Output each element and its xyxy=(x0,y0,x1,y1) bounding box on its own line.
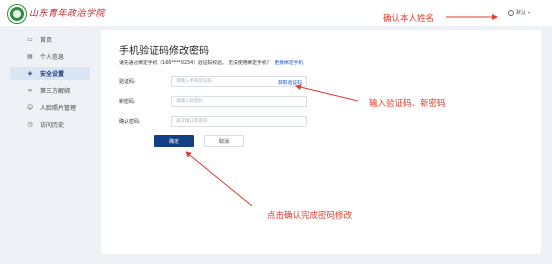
sidebar-item-history[interactable]: ◷ 访问历史 xyxy=(10,118,90,131)
history-icon: ◷ xyxy=(27,121,33,128)
phone-hint: 请先通过绑定手机（166****0234）验证码校验。 无法使用绑定手机？ 更换绑… xyxy=(119,59,303,66)
user-name: 默认 xyxy=(516,10,527,16)
send-code-button[interactable]: 获取验证码 xyxy=(278,79,302,86)
id-card-icon: ▤ xyxy=(27,53,33,60)
sidebar-item-label: 安全设置 xyxy=(40,71,65,78)
shield-icon: ◈ xyxy=(27,70,33,77)
chevron-down-icon: ▾ xyxy=(528,10,531,15)
top-bar: 山东青年政治学院 默认 ▾ xyxy=(0,0,552,26)
hint-text: 请先通过绑定手机（166****0234）验证码校验。 无法使用绑定手机？ xyxy=(119,61,272,66)
code-placeholder: 请输入手机验证码 xyxy=(176,79,212,84)
sidebar-item-security[interactable]: ◈ 安全设置 xyxy=(10,67,90,80)
sidebar-item-label: 个人信息 xyxy=(40,54,65,61)
confirm-password-label: 确认密码: xyxy=(119,118,141,125)
sidebar-item-label: 人脸照片管理 xyxy=(40,105,77,112)
code-input[interactable]: 请输入手机验证码 获取验证码 xyxy=(171,75,307,87)
sidebar: ▭ 首页 ▤ 个人信息 ◈ 安全设置 ∞ 第三方解绑 ☺ 人脸照片管理 ◷ 访问… xyxy=(0,26,94,264)
confirm-password-placeholder: 再次确认新密码 xyxy=(176,119,208,124)
page-title: 手机验证码修改密码 xyxy=(119,46,209,57)
university-name: 山东青年政治学院 xyxy=(29,9,106,19)
code-label: 验证码: xyxy=(119,78,136,85)
confirm-button[interactable]: 确定 xyxy=(154,135,194,147)
confirm-password-input[interactable]: 再次确认新密码 xyxy=(171,115,307,127)
sidebar-item-label: 第三方解绑 xyxy=(40,88,71,95)
sidebar-item-label: 首页 xyxy=(40,37,53,44)
new-password-input[interactable]: 请输入新密码 xyxy=(171,95,307,107)
change-phone-link[interactable]: 更换绑定手机 xyxy=(274,61,303,66)
cancel-button[interactable]: 取消 xyxy=(204,135,244,147)
annotation-input-code: 输入验证码、新密码 xyxy=(369,99,446,109)
user-icon xyxy=(508,9,514,16)
person-icon: ☺ xyxy=(26,104,34,111)
sidebar-item-face[interactable]: ☺ 人脸照片管理 xyxy=(10,101,90,114)
sidebar-item-profile[interactable]: ▤ 个人信息 xyxy=(10,50,90,63)
annotation-click-confirm: 点击确认完成密码修改 xyxy=(267,211,353,221)
university-logo xyxy=(8,5,26,23)
sidebar-item-home[interactable]: ▭ 首页 xyxy=(10,33,90,46)
monitor-icon: ▭ xyxy=(27,36,33,43)
new-password-label: 新密码: xyxy=(119,98,136,105)
link-icon: ∞ xyxy=(27,87,33,94)
new-password-row: 新密码: 请输入新密码 xyxy=(119,95,307,107)
new-password-placeholder: 请输入新密码 xyxy=(176,99,203,104)
confirm-password-row: 确认密码: 再次确认新密码 xyxy=(119,115,307,127)
sidebar-item-label: 访问历史 xyxy=(40,122,65,129)
code-row: 验证码: 请输入手机验证码 获取验证码 xyxy=(119,75,307,87)
annotation-confirm-name: 确认本人姓名 xyxy=(383,14,435,24)
sidebar-item-unbind[interactable]: ∞ 第三方解绑 xyxy=(10,84,90,97)
user-menu[interactable]: 默认 ▾ xyxy=(508,9,530,16)
